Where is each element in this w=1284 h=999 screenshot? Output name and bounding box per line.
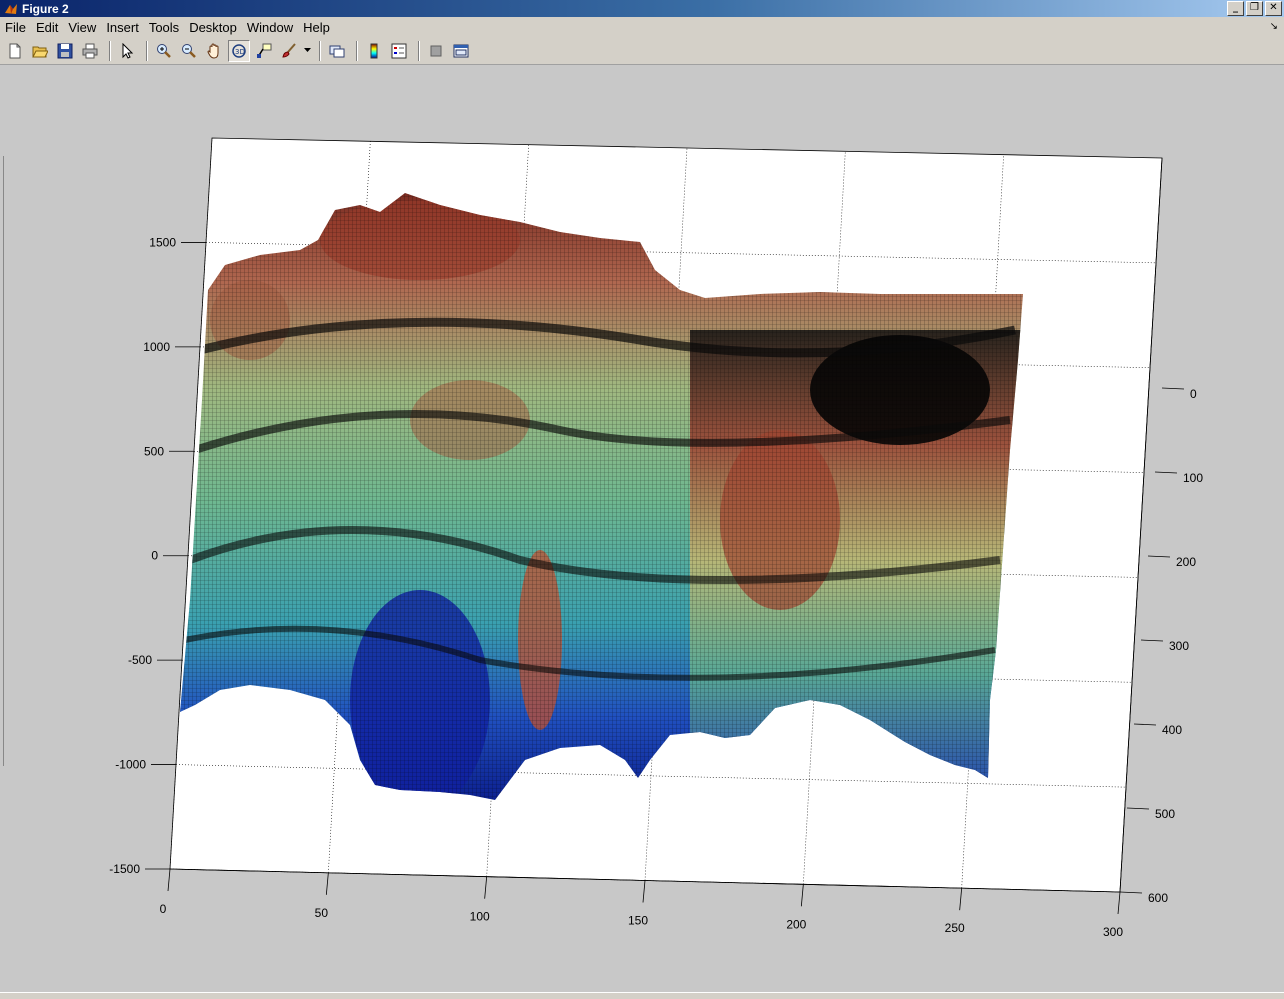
link-plot-icon[interactable]	[326, 40, 348, 62]
x-tick-label: 100	[470, 910, 490, 924]
z-tick-label: -1500	[109, 862, 140, 876]
y-tick-mark	[1154, 471, 1178, 474]
insert-legend-icon[interactable]	[388, 40, 410, 62]
minimize-button[interactable]: _	[1227, 1, 1244, 16]
rotate-3d-icon[interactable]: 3D	[228, 39, 250, 62]
x-tick-label: 200	[786, 917, 806, 931]
x-tick-label: 250	[945, 921, 965, 935]
x-tick-mark	[800, 884, 804, 907]
z-tick-label: -500	[128, 653, 152, 667]
insert-colorbar-icon[interactable]	[363, 40, 385, 62]
z-tick-label: -1000	[115, 758, 146, 772]
print-figure-icon[interactable]	[79, 40, 101, 62]
menu-tools[interactable]: Tools	[144, 20, 184, 35]
z-tick-label: 500	[144, 444, 164, 458]
surface-plot-axes[interactable]: 0 50 100 150 200 250 300 0 100 200 300 400 500 600 -…	[0, 66, 1284, 992]
toolbar-separator	[146, 40, 148, 61]
x-tick-label: 0	[160, 902, 167, 916]
menu-file[interactable]: File	[0, 20, 31, 35]
x-tick-mark	[959, 888, 963, 911]
z-tick-label: 1500	[149, 235, 176, 249]
x-tick-mark	[167, 868, 171, 892]
zoom-in-icon[interactable]	[153, 40, 175, 62]
close-button[interactable]: ✕	[1265, 1, 1282, 16]
show-plot-tools-icon[interactable]	[450, 40, 472, 62]
menu-insert[interactable]: Insert	[101, 20, 144, 35]
title-bar: Figure 2 _ ❐ ✕	[0, 0, 1284, 17]
menu-bar: File Edit View Insert Tools Desktop Wind…	[0, 17, 1284, 37]
menu-help[interactable]: Help	[298, 20, 335, 35]
y-tick-label: 400	[1162, 723, 1182, 737]
x-tick-mark	[484, 876, 488, 899]
y-tick-mark	[1140, 639, 1164, 642]
y-tick-mark	[1133, 723, 1157, 726]
edit-plot-arrow-icon[interactable]	[116, 40, 138, 62]
restore-button[interactable]: ❐	[1246, 1, 1263, 16]
figure-canvas[interactable]: 0 50 100 150 200 250 300 0 100 200 300 400 500 600 -…	[0, 66, 1284, 992]
y-tick-mark	[1147, 555, 1171, 558]
menu-edit[interactable]: Edit	[31, 20, 63, 35]
x-tick-label: 50	[315, 906, 329, 920]
data-cursor-icon[interactable]	[253, 40, 275, 62]
toolbar-separator	[418, 40, 420, 61]
y-tick-mark	[1119, 891, 1143, 894]
zoom-out-icon[interactable]	[178, 40, 200, 62]
save-figure-icon[interactable]	[54, 40, 76, 62]
menu-window[interactable]: Window	[242, 20, 298, 35]
x-tick-mark	[1117, 891, 1121, 915]
x-tick-mark	[325, 872, 329, 895]
toolbar-separator	[319, 40, 321, 61]
matlab-logo-icon	[4, 2, 18, 16]
brush-dropdown-icon[interactable]	[303, 40, 311, 62]
new-figure-icon[interactable]	[4, 40, 26, 62]
y-tick-label: 600	[1148, 891, 1168, 905]
x-tick-label: 150	[628, 914, 648, 928]
x-tick-mark	[642, 880, 646, 903]
window-title: Figure 2	[22, 1, 69, 16]
y-tick-label: 0	[1190, 387, 1197, 401]
pan-hand-icon[interactable]	[203, 40, 225, 62]
menu-desktop[interactable]: Desktop	[184, 20, 242, 35]
menu-view[interactable]: View	[63, 20, 101, 35]
x-tick-label: 300	[1103, 925, 1123, 939]
svg-text:3D: 3D	[235, 48, 245, 56]
y-tick-label: 300	[1169, 639, 1189, 653]
y-tick-mark	[1161, 387, 1185, 390]
y-tick-label: 100	[1183, 471, 1203, 485]
toolbar-separator	[109, 40, 111, 61]
hide-plot-tools-icon[interactable]	[425, 40, 447, 62]
y-tick-label: 500	[1155, 807, 1175, 821]
dock-arrow-icon[interactable]: ↘	[1270, 21, 1278, 32]
figure-toolbar: 3D	[0, 37, 1284, 65]
z-tick-label: 1000	[143, 340, 170, 354]
y-tick-label: 200	[1176, 555, 1196, 569]
y-tick-mark	[1126, 807, 1150, 810]
toolbar-separator	[356, 40, 358, 61]
open-file-icon[interactable]	[29, 40, 51, 62]
z-tick-label: 0	[151, 549, 158, 563]
brush-icon[interactable]	[278, 40, 300, 62]
